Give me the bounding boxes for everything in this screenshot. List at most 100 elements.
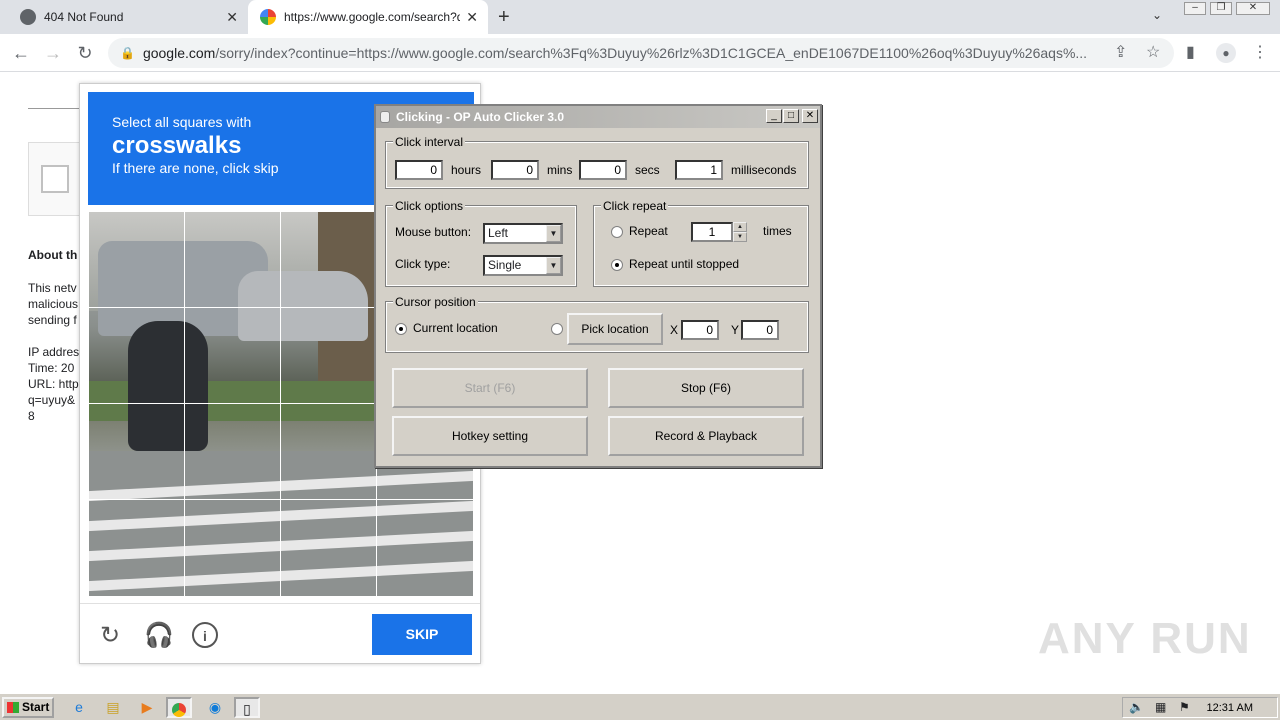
restore-icon[interactable]: ❐ xyxy=(1210,2,1232,15)
mouse-icon xyxy=(380,111,390,123)
milliseconds-input[interactable]: 1 xyxy=(675,160,723,180)
globe-icon xyxy=(20,9,36,25)
profile-icon[interactable]: ● xyxy=(1216,43,1236,63)
mouse-button-select[interactable]: Left ▼ xyxy=(483,223,563,244)
spin-down-icon[interactable]: ▼ xyxy=(733,232,747,242)
skip-button[interactable]: SKIP xyxy=(372,614,472,655)
grid-tile[interactable] xyxy=(280,211,377,308)
secs-input[interactable]: 0 xyxy=(579,160,627,180)
maximize-icon[interactable]: □ xyxy=(783,109,799,123)
tab-search-icon[interactable]: ⌄ xyxy=(1152,8,1162,22)
body-text-line: This netv xyxy=(28,281,77,295)
network-icon[interactable]: ▦ xyxy=(1155,700,1166,714)
grid-tile[interactable] xyxy=(376,499,474,597)
flag-icon[interactable]: ⚑ xyxy=(1179,700,1190,714)
back-icon[interactable]: ← xyxy=(10,42,32,64)
info-icon[interactable]: i xyxy=(192,622,218,648)
current-location-label: Current location xyxy=(413,321,498,335)
repeat-radio[interactable] xyxy=(611,226,623,238)
grid-tile[interactable] xyxy=(88,307,185,404)
hotkey-setting-button[interactable]: Hotkey setting xyxy=(392,416,588,456)
new-tab-button[interactable]: + xyxy=(498,6,510,29)
click-interval-group: Click interval 0 hours 0 mins 0 secs 1 m… xyxy=(385,135,809,189)
mins-input[interactable]: 0 xyxy=(491,160,539,180)
start-button[interactable]: Start (F6) xyxy=(392,368,588,408)
click-repeat-group: Click repeat Repeat 1 ▲ ▼ times Repeat u… xyxy=(593,199,809,287)
spin-up-icon[interactable]: ▲ xyxy=(733,222,747,232)
share-icon[interactable]: ⇪ xyxy=(1114,42,1127,62)
bookmark-star-icon[interactable]: ☆ xyxy=(1146,42,1160,62)
reload-challenge-icon[interactable]: ↻ xyxy=(96,622,124,650)
headphones-icon[interactable]: 🎧 xyxy=(144,622,174,650)
milliseconds-label: milliseconds xyxy=(731,163,797,177)
click-type-value: Single xyxy=(488,258,522,272)
grid-tile[interactable] xyxy=(88,211,185,308)
edge-icon[interactable]: ◉ xyxy=(202,697,228,718)
dropdown-arrow-icon[interactable]: ▼ xyxy=(546,257,561,274)
click-type-select[interactable]: Single ▼ xyxy=(483,255,563,276)
side-panel-icon[interactable]: ▮ xyxy=(1186,42,1195,62)
info-line: 8 xyxy=(28,409,35,423)
hours-label: hours xyxy=(451,163,482,177)
folder-icon[interactable]: ▤ xyxy=(100,697,126,718)
grid-tile[interactable] xyxy=(280,499,377,597)
click-options-group: Click options Mouse button: Left ▼ Click… xyxy=(385,199,577,287)
tab-google-search[interactable]: https://www.google.com/search?q= ✕ xyxy=(248,0,488,34)
system-tray: 🔈 ▦ ⚑ 12:31 AM xyxy=(1122,697,1278,718)
url-host: google.com xyxy=(142,45,216,61)
y-coordinate-input[interactable]: 0 xyxy=(741,320,779,340)
address-bar[interactable]: 🔒 google.com /sorry/index?continue=https… xyxy=(108,38,1174,68)
close-tab-icon[interactable]: ✕ xyxy=(226,9,238,26)
mouse-button-value: Left xyxy=(488,226,509,240)
grid-tile[interactable] xyxy=(184,403,281,500)
reload-icon[interactable]: ↻ xyxy=(74,42,96,64)
grid-tile[interactable] xyxy=(184,307,281,404)
repeat-until-stopped-radio[interactable] xyxy=(611,259,623,271)
record-playback-button[interactable]: Record & Playback xyxy=(608,416,804,456)
grid-tile[interactable] xyxy=(280,403,377,500)
close-window-icon[interactable]: ✕ xyxy=(1236,2,1270,15)
minimize-icon[interactable]: – xyxy=(1184,2,1206,15)
pick-location-radio[interactable] xyxy=(551,323,563,335)
window-title: Clicking - OP Auto Clicker 3.0 xyxy=(396,110,565,124)
repeat-count-input[interactable]: 1 xyxy=(691,222,733,242)
window-title-bar[interactable]: Clicking - OP Auto Clicker 3.0 _ □ ✕ xyxy=(376,106,820,128)
info-line: Time: 20 xyxy=(28,361,75,375)
volume-icon[interactable]: 🔈 xyxy=(1129,700,1144,714)
media-player-icon[interactable]: ▶ xyxy=(134,697,160,718)
captcha-checkbox[interactable] xyxy=(41,165,69,193)
grid-tile[interactable] xyxy=(184,211,281,308)
close-icon[interactable]: ✕ xyxy=(802,109,818,123)
grid-tile[interactable] xyxy=(280,307,377,404)
dropdown-arrow-icon[interactable]: ▼ xyxy=(546,225,561,242)
auto-clicker-taskbar-icon[interactable]: ▯ xyxy=(234,697,260,718)
body-text-line: sending f xyxy=(28,313,77,327)
minimize-icon[interactable]: _ xyxy=(766,109,782,123)
mouse-button-label: Mouse button: xyxy=(395,225,472,239)
forward-icon[interactable]: → xyxy=(42,42,64,64)
close-tab-icon[interactable]: ✕ xyxy=(466,9,478,26)
grid-tile[interactable] xyxy=(184,499,281,597)
tab-title: 404 Not Found xyxy=(44,10,124,24)
repeat-until-stopped-label: Repeat until stopped xyxy=(629,257,740,271)
cursor-position-group: Cursor position Current location Pick lo… xyxy=(385,295,809,353)
stop-button[interactable]: Stop (F6) xyxy=(608,368,804,408)
clock: 12:31 AM xyxy=(1206,702,1253,714)
group-title: Cursor position xyxy=(393,295,478,309)
x-coordinate-input[interactable]: 0 xyxy=(681,320,719,340)
start-button[interactable]: Start xyxy=(2,697,54,718)
pick-location-button[interactable]: Pick location xyxy=(567,313,663,345)
internet-explorer-icon[interactable]: e xyxy=(66,697,92,718)
x-label: X xyxy=(670,323,679,337)
tab-404-not-found[interactable]: 404 Not Found ✕ xyxy=(8,0,248,34)
body-text-line: malicious xyxy=(28,297,79,311)
current-location-radio[interactable] xyxy=(395,323,407,335)
grid-tile[interactable] xyxy=(88,499,185,597)
grid-tile[interactable] xyxy=(88,403,185,500)
menu-icon[interactable]: ⋮ xyxy=(1252,42,1268,62)
group-title: Click repeat xyxy=(601,199,669,213)
hours-input[interactable]: 0 xyxy=(395,160,443,180)
y-label: Y xyxy=(731,323,740,337)
url-path: /sorry/index?continue=https://www.google… xyxy=(215,45,1088,61)
chrome-icon[interactable] xyxy=(166,697,192,718)
